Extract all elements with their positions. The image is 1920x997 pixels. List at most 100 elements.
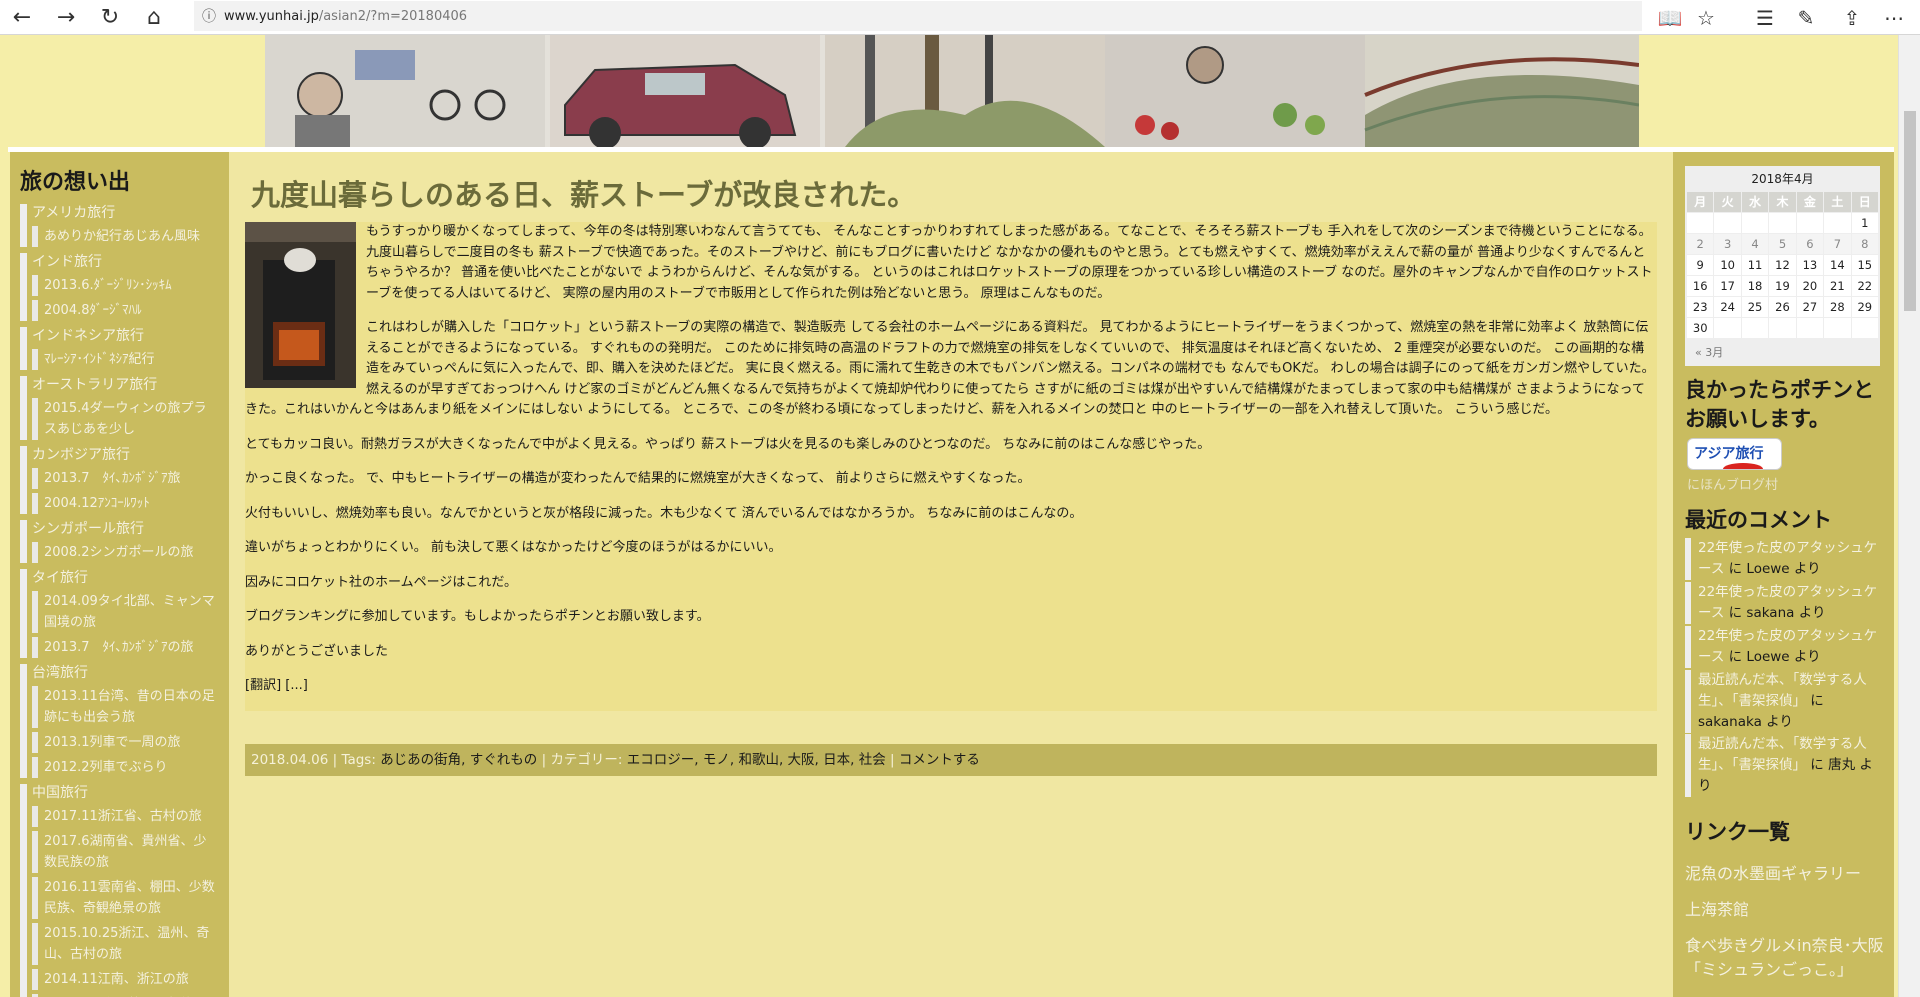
calendar-day: 3 bbox=[1714, 234, 1741, 254]
calendar-weekday: 月 bbox=[1687, 192, 1714, 212]
share-icon[interactable]: ⇪ bbox=[1832, 0, 1872, 35]
subcategory-link[interactable]: 2014.11江南、浙江の旅 bbox=[44, 969, 219, 990]
calendar-day: 17 bbox=[1714, 276, 1741, 296]
meta-separator: | bbox=[541, 752, 547, 768]
calendar-day: 4 bbox=[1741, 234, 1769, 254]
subcategory-item: 2004.8ﾀﾞｰｼﾞﾏﾊﾙ bbox=[32, 300, 219, 321]
subcategory-link[interactable]: 2013.6.ﾀﾞｰｼﾞﾘﾝ･ｼｯｷﾑ bbox=[44, 275, 219, 296]
star-icon[interactable]: ☆ bbox=[1686, 0, 1726, 35]
post-paragraph: 因みにコロケット社のホームページはこれだ。 bbox=[245, 574, 517, 590]
subcategory-item: 2013.6.ﾀﾞｰｼﾞﾘﾝ･ｼｯｷﾑ bbox=[32, 275, 219, 296]
subcategory-link[interactable]: 2014.09タイ北部、ミャンマ国境の旅 bbox=[44, 591, 219, 633]
subcategory-link[interactable]: あめりか紀行あじあん風味 bbox=[44, 226, 219, 247]
subcategory-item: 2014.11江南、浙江の旅 bbox=[32, 969, 219, 990]
badge-subtext[interactable]: にほんブログ村 bbox=[1687, 474, 1778, 493]
calendar-grid: 月火水木金土日 1 2 3 4 5 6 7 8 9 10 11 12 13 14 15 16 17 18 19 20 21… bbox=[1685, 192, 1880, 338]
calendar-day: 8 bbox=[1851, 234, 1878, 254]
subcategory-link[interactable]: 2017.6湖南省、貴州省、少数民族の旅 bbox=[44, 831, 219, 873]
subcategory-link[interactable]: 2016.11雲南省、棚田、少数民族、奇観絶景の旅 bbox=[44, 877, 219, 919]
reading-view-icon[interactable]: 📖 bbox=[1650, 0, 1690, 35]
recent-comment: 最近読んだ本、「数学する人生」、「書架探偵」 に 唐丸 より bbox=[1685, 734, 1885, 797]
category-links[interactable]: エコロジー, モノ, 和歌山, 大阪, 日本, 社会 bbox=[627, 752, 886, 768]
calendar-prev-month[interactable]: « 3月 bbox=[1685, 338, 1880, 366]
subcategory-link[interactable]: 2017.11浙江省、古村の旅 bbox=[44, 806, 219, 827]
calendar-weekday: 水 bbox=[1741, 192, 1769, 212]
calendar-day: 19 bbox=[1769, 276, 1796, 296]
subcategory-link[interactable]: 2013.11台湾、昔の日本の足跡にも出会う旅 bbox=[44, 686, 219, 728]
calendar-day: 6 bbox=[1796, 234, 1824, 254]
comment-connector: に bbox=[1810, 757, 1824, 773]
calendar-day: 30 bbox=[1687, 318, 1714, 338]
category-item: オーストラリア旅行 2015.4ダーウィンの旅プラスあじあを少し bbox=[20, 376, 219, 440]
subcategory-item: 2004.12ｱﾝｺｰﾙﾜｯﾄ bbox=[32, 493, 219, 514]
sidebar-link[interactable]: 食べ歩きグルメin奈良･大阪「ミシュランごっこ。」 bbox=[1685, 934, 1885, 982]
category-link[interactable]: インドネシア旅行 bbox=[32, 327, 219, 345]
category-item: カンボジア旅行 2013.7 ﾀｲ､ｶﾝﾎﾞｼﾞｱ旅 2004.12ｱﾝｺｰﾙﾜｯﾄ bbox=[20, 446, 219, 514]
subcategory-link[interactable]: 2004.8ﾀﾞｰｼﾞﾏﾊﾙ bbox=[44, 300, 219, 321]
subcategory-item: 2013.7 ﾀｲ､ｶﾝﾎﾞｼﾞｱの旅 bbox=[32, 637, 219, 658]
scrollbar-thumb[interactable] bbox=[1904, 111, 1916, 311]
favorites-list-icon[interactable]: ☰ bbox=[1745, 0, 1785, 35]
category-link[interactable]: カンボジア旅行 bbox=[32, 446, 219, 464]
subcategory-link[interactable]: 2013.7 ﾀｲ､ｶﾝﾎﾞｼﾞｱの旅 bbox=[44, 637, 219, 658]
calendar-day bbox=[1741, 318, 1769, 338]
post-paragraph: かっこ良くなった。 で、中もヒートライザーの構造が変わったんで結果的に燃焼室が大… bbox=[245, 471, 1031, 486]
tag-links[interactable]: あじあの街角, すぐれもの bbox=[380, 752, 537, 768]
category-item: 中国旅行 2017.11浙江省、古村の旅 2017.6湖南省、貴州省、少数民族の旅 2… bbox=[20, 784, 219, 997]
subcategory-link[interactable]: 2004.12ｱﾝｺｰﾙﾜｯﾄ bbox=[44, 493, 219, 514]
subcategory-link[interactable]: 2013.7 ﾀｲ､ｶﾝﾎﾞｼﾞｱ旅 bbox=[44, 468, 219, 489]
sidebar-link[interactable]: 上海茶館 bbox=[1685, 898, 1885, 922]
category-link[interactable]: アメリカ旅行 bbox=[32, 204, 219, 222]
subcategory-link[interactable]: 2008.2シンガポールの旅 bbox=[44, 542, 219, 563]
subcategory-item: 2017.11浙江省、古村の旅 bbox=[32, 806, 219, 827]
subcategory-link[interactable]: ﾏﾚｰｼｱ･ｲﾝﾄﾞﾈｼｱ紀行 bbox=[44, 349, 219, 370]
calendar-day bbox=[1824, 318, 1851, 338]
recent-comment: 22年使った皮のアタッシュケース に Loewe より bbox=[1685, 626, 1885, 668]
calendar-day: 5 bbox=[1769, 234, 1796, 254]
post-title[interactable]: 九度山暮らしのある日、薪ストーブが改良された。 bbox=[251, 172, 916, 214]
category-link[interactable]: タイ旅行 bbox=[32, 569, 219, 587]
category-link[interactable]: 中国旅行 bbox=[32, 784, 219, 802]
subcategory-item: 2013.7 ﾀｲ､ｶﾝﾎﾞｼﾞｱ旅 bbox=[32, 468, 219, 489]
comment-author: 唐丸 bbox=[1828, 757, 1856, 773]
category-link[interactable]: シンガポール旅行 bbox=[32, 520, 219, 538]
page-scrollbar[interactable] bbox=[1898, 35, 1920, 997]
info-icon[interactable]: ⓘ bbox=[194, 6, 224, 26]
forward-arrow-icon[interactable]: → bbox=[46, 0, 86, 35]
blog-ranking-badge[interactable]: アジア旅行 bbox=[1687, 438, 1782, 470]
address-bar[interactable]: ⓘ www.yunhai.jp/asian2/?m=20180406 bbox=[194, 1, 1642, 31]
calendar-widget: 2018年4月 月火水木金土日 1 2 3 4 5 6 7 8 9 10 11 12 13 14 15 16 17… bbox=[1685, 166, 1880, 366]
comment-connector: に bbox=[1728, 649, 1743, 665]
category-link[interactable]: インド旅行 bbox=[32, 253, 219, 271]
category-link[interactable]: 台湾旅行 bbox=[32, 664, 219, 682]
post-paragraph: とてもカッコ良い。耐熱ガラスが大きくなったんで中がよく見える。やっぱり 薪ストー… bbox=[245, 436, 1211, 452]
category-item: アメリカ旅行あめりか紀行あじあん風味 bbox=[20, 204, 219, 247]
home-icon[interactable]: ⌂ bbox=[134, 0, 174, 35]
post-paragraph[interactable]: [翻訳] [...] bbox=[245, 676, 1657, 697]
comment-link[interactable]: コメントする bbox=[899, 752, 980, 768]
subcategory-link[interactable]: 2012.2列車でぶらり bbox=[44, 757, 219, 778]
subcategory-item: 2014.09タイ北部、ミャンマ国境の旅 bbox=[32, 591, 219, 633]
calendar-day bbox=[1796, 213, 1824, 233]
subcategory-link[interactable]: 2015.4ダーウィンの旅プラスあじあを少し bbox=[44, 398, 219, 440]
back-arrow-icon[interactable]: ← bbox=[2, 0, 42, 35]
more-icon[interactable]: ⋯ bbox=[1874, 0, 1914, 35]
sidebar-title: 旅の想い出 bbox=[20, 170, 131, 195]
category-item: インド旅行 2013.6.ﾀﾞｰｼﾞﾘﾝ･ｼｯｷﾑ 2004.8ﾀﾞｰｼﾞﾏﾊﾙ bbox=[20, 253, 219, 321]
calendar-day bbox=[1851, 318, 1878, 338]
stove-photo[interactable] bbox=[245, 222, 356, 388]
recent-comment: 22年使った皮のアタッシュケース に sakana より bbox=[1685, 582, 1885, 624]
pen-icon[interactable]: ✎ bbox=[1786, 0, 1826, 35]
subcategory-link[interactable]: 2015.10.25浙江、温州、奇山、古村の旅 bbox=[44, 923, 219, 965]
refresh-icon[interactable]: ↻ bbox=[90, 0, 130, 35]
url-path: /asian2/?m=20180406 bbox=[318, 8, 468, 24]
sidebar-link[interactable]: 泥魚の水墨画ギャラリー bbox=[1685, 862, 1885, 886]
subcategory-item: 2013.1列車で一周の旅 bbox=[32, 732, 219, 753]
browser-toolbar: ← → ↻ ⌂ ⓘ www.yunhai.jp/asian2/?m=201804… bbox=[0, 0, 1920, 35]
subcategory-item: 2013.11台湾、昔の日本の足跡にも出会う旅 bbox=[32, 686, 219, 728]
post-paragraph: これはわしが購入した「コロケット」という薪ストーブの実際の構造で、製造販売 して… bbox=[245, 320, 1655, 417]
category-link[interactable]: オーストラリア旅行 bbox=[32, 376, 219, 394]
subcategory-link[interactable]: 2013.1列車で一周の旅 bbox=[44, 732, 219, 753]
comment-author: Loewe bbox=[1746, 561, 1790, 577]
comment-post-link[interactable]: 最近読んだ本、「数学する人生」、「書架探偵」 bbox=[1698, 672, 1867, 709]
